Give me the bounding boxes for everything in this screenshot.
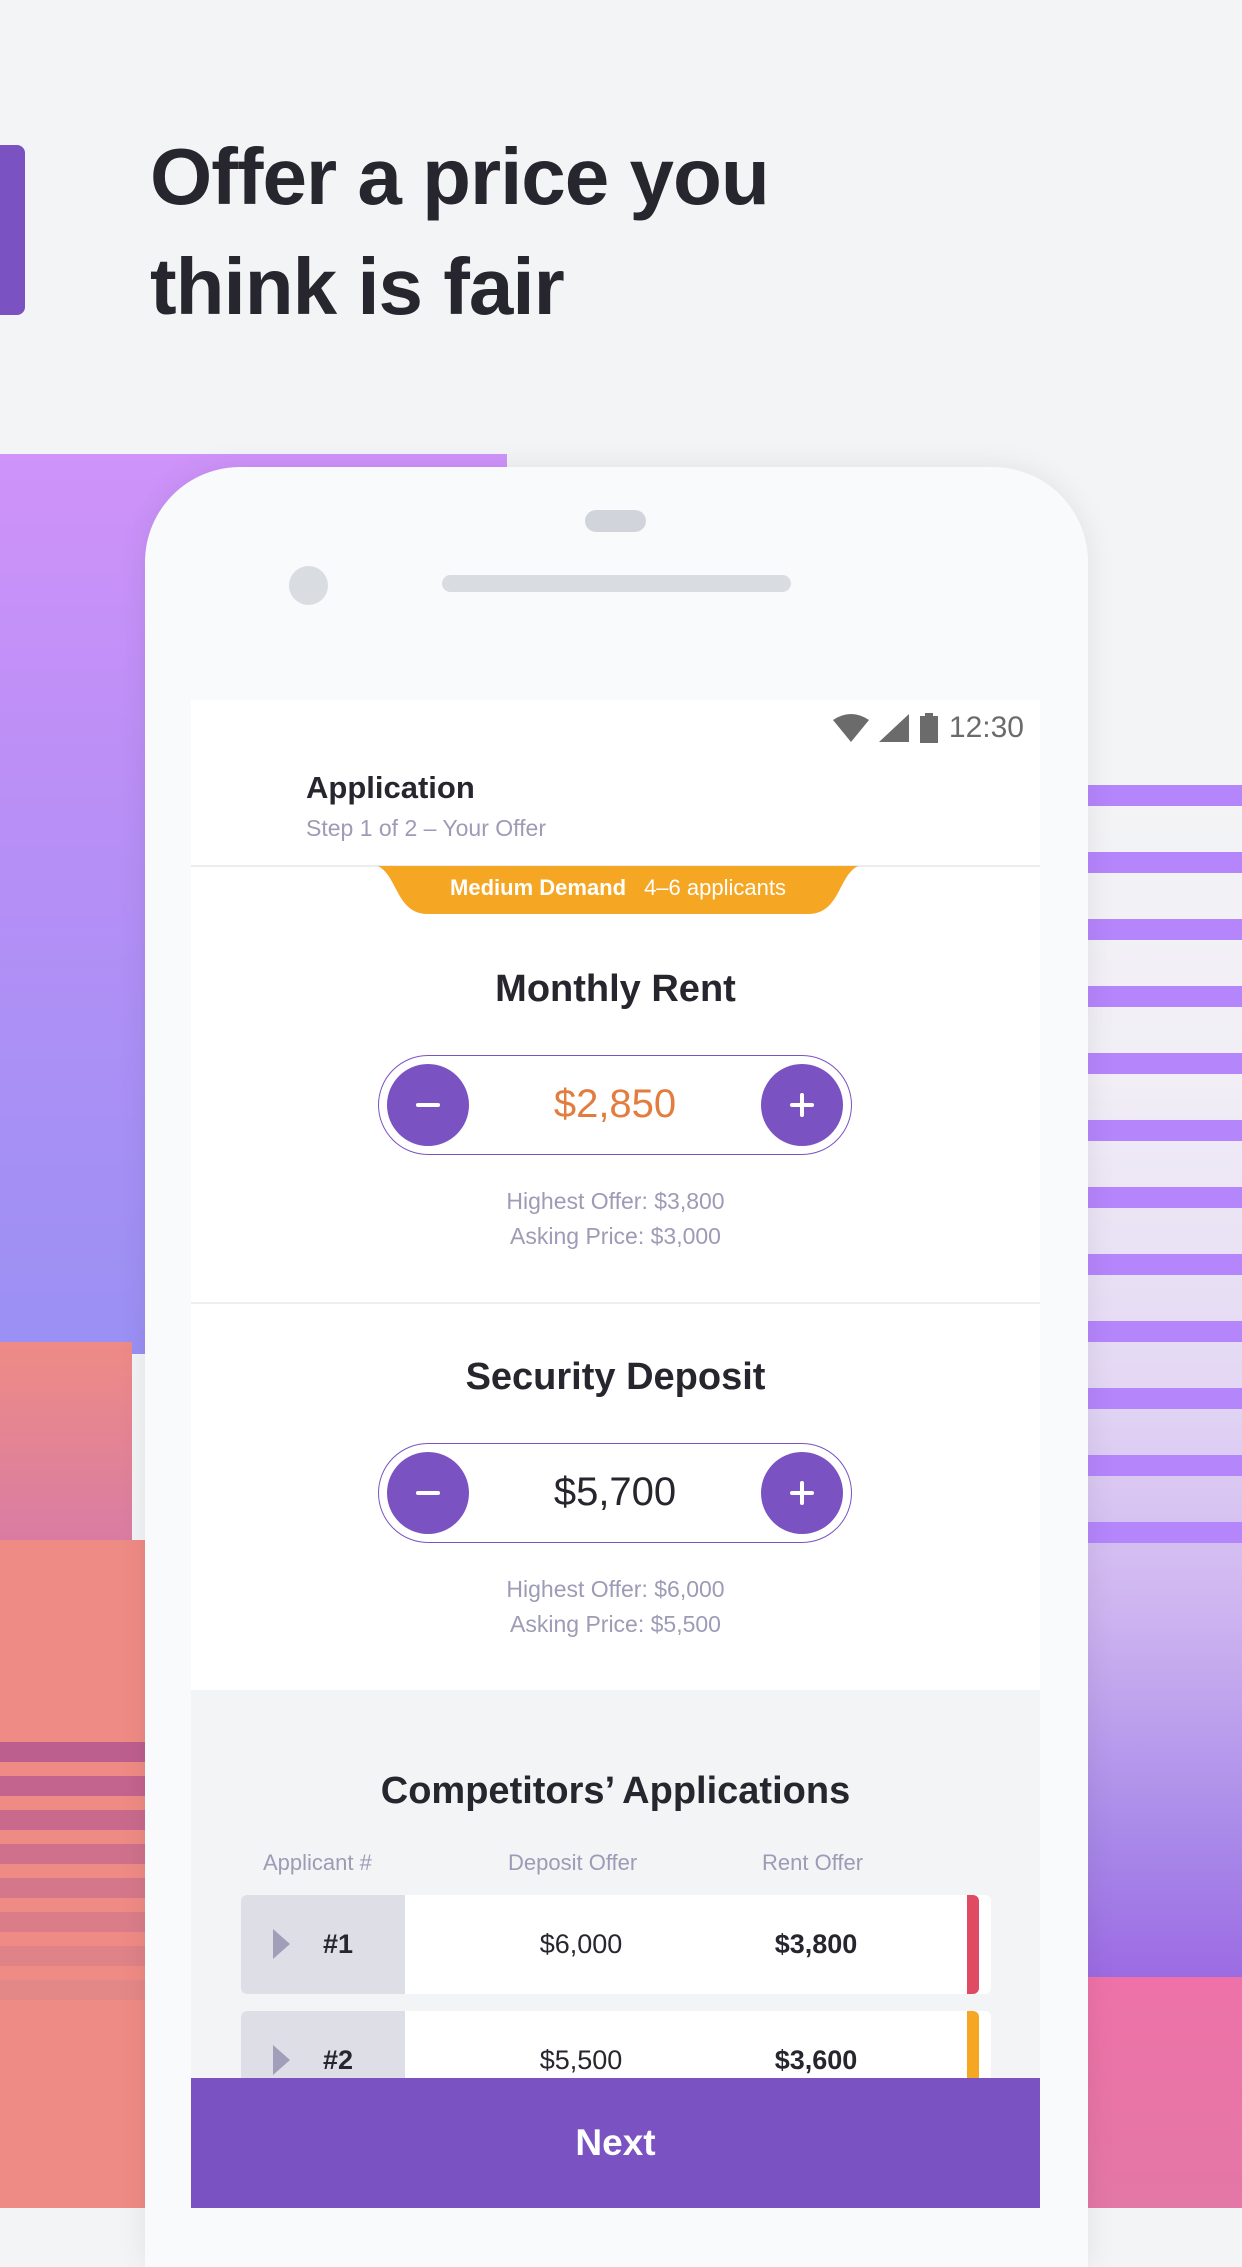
headline-line-1: Offer a price you (150, 132, 770, 221)
background-stripe (0, 1912, 145, 1932)
background-stripe (1088, 852, 1242, 873)
rent-highest-offer: Highest Offer: $3,800 (506, 1188, 725, 1214)
background-stripe (1088, 1120, 1242, 1141)
background-stripe (0, 1980, 145, 2000)
row-deposit: $6,000 (539, 1929, 623, 1959)
headline: Offer a price you think is fair (150, 122, 1050, 342)
plus-icon (790, 1481, 814, 1505)
background-stripe (0, 1776, 145, 1796)
background-stripe (1088, 1388, 1242, 1409)
background-stripe (0, 1844, 145, 1864)
background-block-right (1088, 780, 1242, 1977)
background-stripe (1088, 1053, 1242, 1074)
row-rank-indicator (967, 1895, 979, 1994)
headline-line-2: think is fair (150, 242, 565, 331)
background-stripe (1088, 919, 1242, 940)
background-stripe (1088, 1321, 1242, 1342)
competitors-title: Competitors’ Applications (380, 1770, 851, 1812)
deposit-highest-offer: Highest Offer: $6,000 (506, 1576, 725, 1602)
background-block-pink-left (0, 1540, 145, 2208)
phone-screen: 12:30 Application Step 1 of 2 – Your Off… (191, 700, 1040, 2208)
step-indicator: Step 1 of 2 – Your Offer (306, 815, 546, 841)
column-header-applicant: Applicant # (263, 1850, 372, 1875)
background-stripe (1088, 986, 1242, 1007)
rent-increment-button[interactable] (761, 1064, 843, 1146)
background-stripe (1088, 1455, 1242, 1476)
status-bar: 12:30 (832, 708, 1024, 748)
row-applicant: #1 (323, 1929, 354, 1959)
phone-sensor (585, 510, 646, 532)
page-title: Application (306, 770, 475, 805)
wifi-icon (832, 714, 869, 742)
demand-badge: Medium Demand 4–6 applicants (378, 866, 858, 916)
column-header-deposit: Deposit Offer (508, 1850, 638, 1875)
next-button[interactable]: Next (191, 2078, 1040, 2208)
background-stripe (1088, 1187, 1242, 1208)
accent-bar (0, 145, 25, 315)
security-deposit-title: Security Deposit (465, 1356, 766, 1398)
monthly-rent-title: Monthly Rent (495, 968, 736, 1010)
demand-level: Medium Demand (450, 875, 627, 900)
background-stripe (1088, 1254, 1242, 1275)
section-divider (191, 1302, 1040, 1304)
deposit-asking-price: Asking Price: $5,500 (510, 1611, 721, 1637)
background-stripe (1088, 1522, 1242, 1543)
row-rent: $3,800 (774, 1929, 858, 1959)
background-stripe (0, 1810, 145, 1830)
row-applicant-cell: #1 (241, 1895, 405, 1994)
deposit-increment-button[interactable] (761, 1452, 843, 1534)
plus-icon (790, 1093, 814, 1117)
battery-icon (919, 713, 939, 743)
status-time: 12:30 (948, 711, 1024, 744)
background-stripe (0, 1742, 145, 1762)
phone-camera (289, 566, 328, 605)
table-row[interactable]: #1 $6,000 $3,800 (241, 1895, 991, 1994)
demand-applicants: 4–6 applicants (644, 875, 786, 900)
background-stripe (1088, 785, 1242, 806)
expand-caret-icon[interactable] (273, 1929, 290, 1959)
column-header-rent: Rent Offer (762, 1850, 864, 1875)
security-deposit-stepper: $5,700 (378, 1443, 852, 1543)
monthly-rent-stepper: $2,850 (378, 1055, 852, 1155)
background-block-pink-left-top (0, 1342, 132, 1542)
background-stripe (0, 1946, 145, 1966)
background-stripe (0, 1878, 145, 1898)
cellular-signal-icon (878, 714, 909, 742)
expand-caret-icon[interactable] (273, 2045, 290, 2075)
phone-speaker (442, 575, 791, 592)
background-block-pink-right (1088, 1977, 1242, 2208)
rent-asking-price: Asking Price: $3,000 (510, 1223, 721, 1249)
